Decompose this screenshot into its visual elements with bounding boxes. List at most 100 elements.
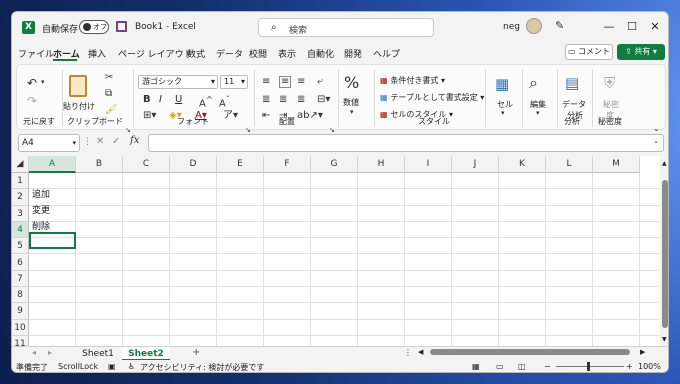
align-center-icon[interactable]: ≣ [279,95,287,105]
row-header-10[interactable]: 10 [12,319,29,336]
row-header-3[interactable]: 3 [12,205,29,222]
tab-developer[interactable]: 開発 [344,47,362,60]
column-header-f[interactable]: F [264,156,311,173]
tab-review[interactable]: 校閲 [249,47,267,60]
cell-a1[interactable]: 追加 [32,187,50,200]
scroll-down-icon[interactable]: ▼ [662,336,667,343]
tab-automate[interactable]: 自動化 [307,47,334,60]
tab-options-icon[interactable]: ⋮ [404,348,412,357]
fx-button[interactable]: fx [130,135,139,146]
chevron-down-icon[interactable]: ▾ [350,109,354,116]
chevron-down-icon[interactable]: ▾ [501,110,505,117]
next-sheet-icon[interactable]: ▸ [48,348,52,357]
tab-data[interactable]: データ [216,47,243,60]
cut-icon[interactable]: ✂ [105,73,113,83]
row-header-5[interactable]: 5 [12,238,29,255]
column-header-l[interactable]: L [546,156,593,173]
zoom-slider[interactable] [556,366,624,367]
column-header-j[interactable]: J [452,156,499,173]
column-header-c[interactable]: C [123,156,170,173]
row-header-1[interactable]: 1 [12,173,29,190]
row-header-8[interactable]: 8 [12,287,29,304]
scroll-right-icon[interactable]: ▶ [640,348,645,356]
copy-icon[interactable]: ⧉ [105,89,112,99]
tab-page-layout[interactable]: ページ レイアウト [118,47,193,60]
zoom-in-button[interactable]: + [626,362,633,371]
worksheet-grid[interactable]: ◢ ABCDEFGHIJKLM 1 2 3 4 5 6 7 8 9 10 11 追加 変更 削除 [12,156,660,346]
close-button[interactable]: ✕ [640,16,668,38]
cells-icon[interactable]: ▦ [495,77,509,92]
cell-a3[interactable]: 削除 [32,219,50,232]
font-shrink-icon[interactable]: Aˇ [219,95,230,109]
align-middle-icon[interactable]: ≡ [279,76,292,88]
underline-button[interactable]: U [175,95,182,105]
conditional-format-button[interactable]: ▦ 条件付き書式 ▾ [380,75,445,86]
horizontal-scroll-thumb[interactable] [430,349,630,355]
page-layout-view-icon[interactable]: ▭ [496,362,504,371]
paste-icon[interactable] [69,75,87,97]
align-top-icon[interactable]: ≡ [262,77,270,87]
clipboard-launcher-icon[interactable]: ↘ [125,127,131,134]
alignment-launcher-icon[interactable]: ↘ [329,127,335,134]
column-header-d[interactable]: D [170,156,217,173]
align-bottom-icon[interactable]: ≡ [297,77,305,87]
tab-help[interactable]: ヘルプ [373,47,400,60]
row-header-9[interactable]: 9 [12,303,29,320]
font-name-combo[interactable]: 游ゴシック ▾ [138,75,218,89]
avatar[interactable] [526,18,542,34]
border-icon[interactable]: ⊞▾ [143,111,156,121]
chevron-down-icon[interactable]: ▾ [536,110,540,117]
italic-button[interactable]: I [159,95,162,105]
comment-button[interactable]: ▭ コメント [565,44,613,60]
accessibility-icon[interactable]: ♿ [128,362,135,371]
orientation-icon[interactable]: ab↗▾ [297,111,323,121]
font-launcher-icon[interactable]: ↘ [245,127,251,134]
merge-cells-icon[interactable]: ⊟▾ [317,95,330,105]
redo-icon[interactable]: ↷ [27,95,37,107]
zoom-out-button[interactable]: − [544,362,551,371]
sheet-tab[interactable]: Sheet1 [74,347,122,361]
sensitivity-icon[interactable]: ⛨ [604,76,615,91]
row-header-7[interactable]: 7 [12,270,29,288]
zoom-level[interactable]: 100% [638,362,661,371]
vertical-scrollbar[interactable]: ▲ ▼ [660,156,668,346]
row-header-2[interactable]: 2 [12,189,29,206]
column-header-g[interactable]: G [311,156,358,173]
format-as-table-button[interactable]: ▦ テーブルとして書式設定 ▾ [380,92,484,103]
zoom-slider-thumb[interactable] [587,362,590,371]
pen-icon[interactable]: ✎ [555,19,564,32]
cell-a2[interactable]: 変更 [32,203,50,216]
font-grow-icon[interactable]: A^ [199,95,213,109]
status-accessibility[interactable]: アクセシビリティ: 検討が必要です [140,362,264,372]
row-header-11[interactable]: 11 [12,336,29,346]
column-header-m[interactable]: M [593,156,640,173]
number-label[interactable]: 数値 [343,97,359,108]
column-header-a[interactable]: A [29,156,76,173]
sheet-tab-active[interactable]: Sheet2 [122,347,170,361]
prev-sheet-icon[interactable]: ◂ [32,348,36,357]
data-analysis-label-1[interactable]: データ [562,99,586,110]
align-right-icon[interactable]: ≣ [297,95,305,105]
enter-icon[interactable]: ✓ [112,136,120,147]
undo-dropdown-icon[interactable]: ▾ [41,79,45,86]
align-left-icon[interactable]: ≣ [262,95,270,105]
column-header-b[interactable]: B [76,156,123,173]
tab-file[interactable]: ファイル [18,47,54,60]
wrap-text-icon[interactable]: ⤶ [317,77,323,87]
scroll-up-icon[interactable]: ▲ [662,160,667,167]
phonetic-icon[interactable]: ア▾ [223,111,238,121]
decrease-indent-icon[interactable]: ⇤ [262,111,270,121]
column-header-e[interactable]: E [217,156,264,173]
ribbon-collapse-icon[interactable]: ⌄ [653,125,660,133]
percent-icon[interactable]: % [344,75,359,91]
normal-view-icon[interactable]: ▦ [472,362,480,371]
data-analysis-icon[interactable]: ▤ [565,76,579,91]
save-icon[interactable] [116,21,127,32]
select-all-corner[interactable]: ◢ [12,156,29,173]
sensitivity-label-1[interactable]: 秘密 [603,99,619,110]
format-painter-icon[interactable]: 🖌 [105,105,118,115]
undo-icon[interactable]: ↶ [27,77,37,89]
column-header-i[interactable]: I [405,156,452,173]
row-header-4[interactable]: 4 [12,221,29,239]
find-icon[interactable]: ⌕ [529,75,538,91]
